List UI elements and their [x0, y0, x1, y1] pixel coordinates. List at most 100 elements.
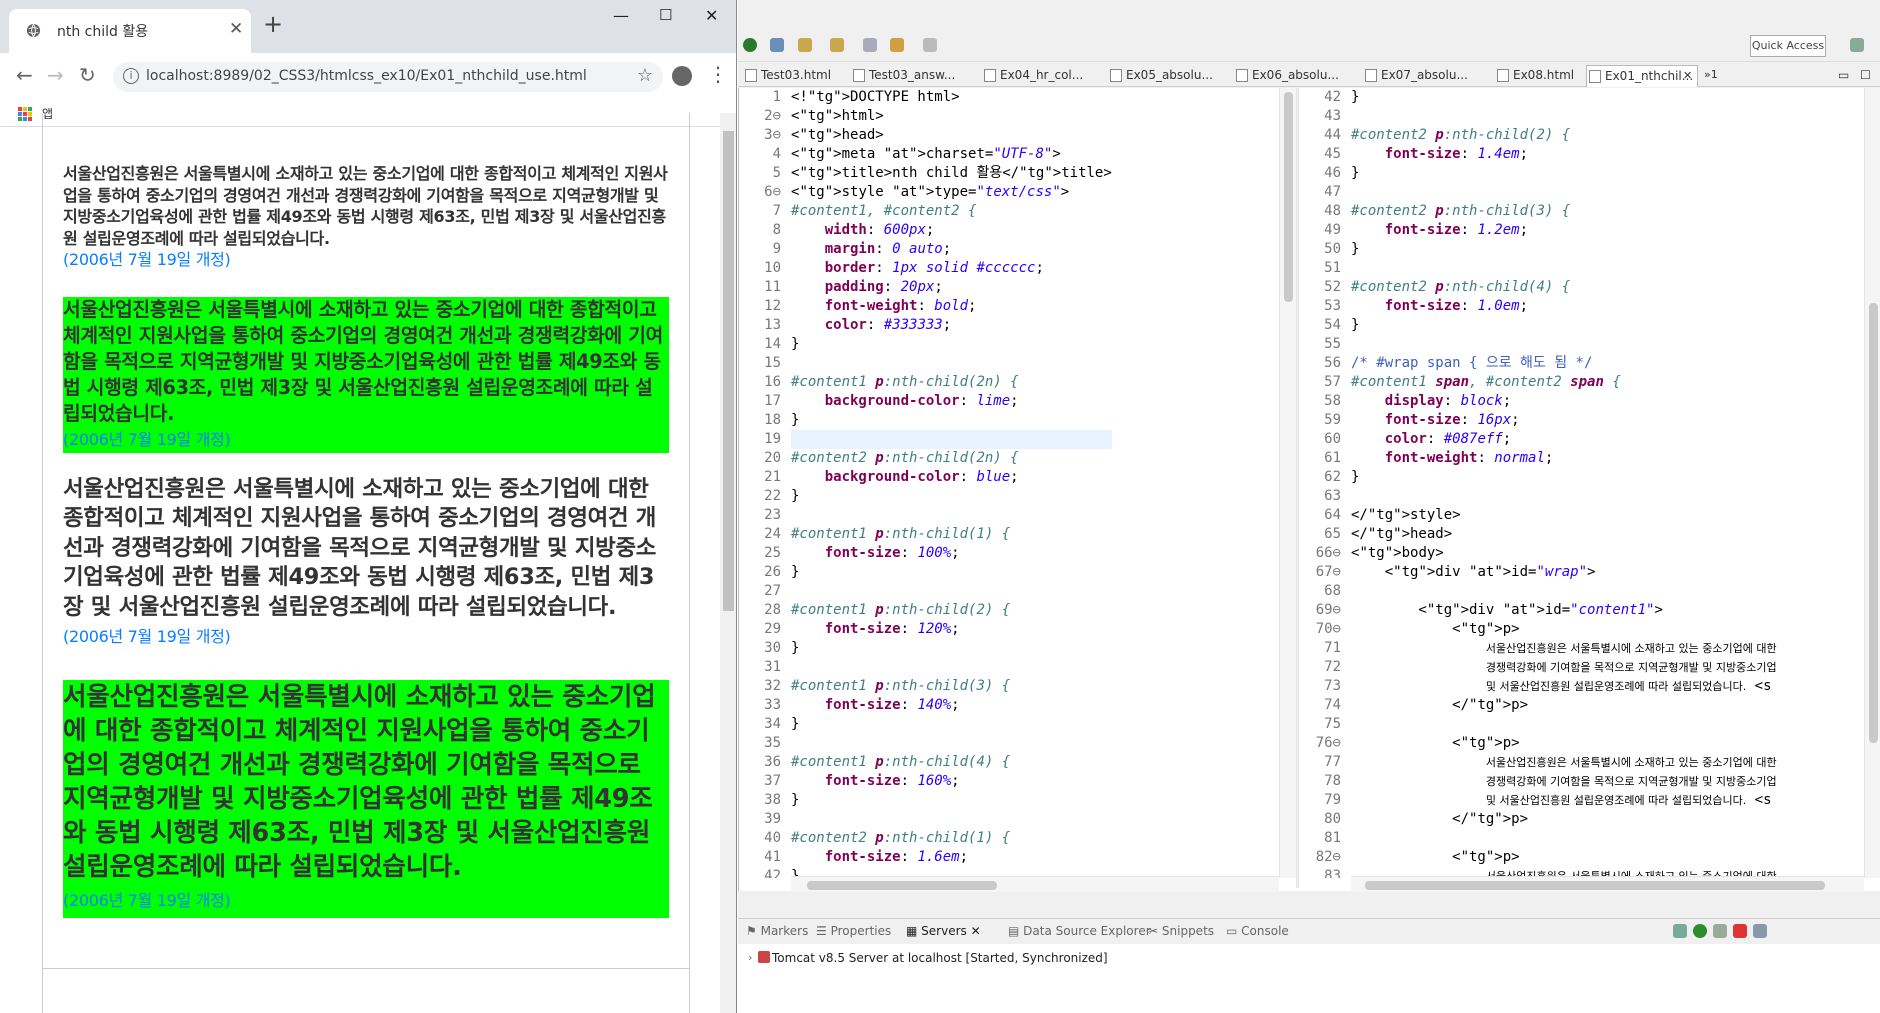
code-line[interactable]: }: [791, 335, 1112, 354]
code-line[interactable]: <"tg">title>nth child 활용</"tg">title>: [791, 164, 1112, 183]
perspective-icon[interactable]: [1850, 38, 1864, 52]
code-line[interactable]: }: [1351, 468, 1777, 487]
code-line[interactable]: <!"tg">DOCTYPE html>: [791, 88, 1112, 107]
code-line[interactable]: }: [1351, 164, 1777, 183]
source-code[interactable]: <!"tg">DOCTYPE html> <"tg">html> <"tg">hea…: [791, 88, 1112, 878]
code-line[interactable]: 경쟁력강화에 기여함을 목적으로 지역균형개발 및 지방중소기업: [1351, 772, 1777, 791]
address-bar[interactable]: i localhost:8989/02_CSS3/htmlcss_ex10/Ex…: [113, 62, 663, 92]
debug-icon[interactable]: [770, 38, 784, 52]
start-server-icon[interactable]: [1693, 924, 1707, 938]
code-line[interactable]: [1351, 582, 1777, 601]
code-line[interactable]: [791, 430, 1112, 449]
code-line[interactable]: [791, 810, 1112, 829]
code-line[interactable]: <"tg">p>: [1351, 734, 1777, 753]
editor-pane-right[interactable]: 42 43 44 45 46 47 48 49 50 51 52 53 54 55 56 57 58 59 60 61…: [1299, 88, 1864, 878]
maximize-icon[interactable]: ☐: [1860, 65, 1871, 87]
page-scrollbar[interactable]: [720, 113, 736, 1013]
code-line[interactable]: [1351, 829, 1777, 848]
info-icon[interactable]: i: [123, 68, 139, 84]
code-line[interactable]: }: [1351, 88, 1777, 107]
browser-tab[interactable]: nth child 활용 ✕: [9, 9, 251, 53]
expand-chevron-icon[interactable]: ›: [748, 951, 752, 964]
code-line[interactable]: #content2 p:nth-child(2n) {: [791, 449, 1112, 468]
code-line[interactable]: [791, 354, 1112, 373]
close-tab-icon[interactable]: ✕: [1683, 66, 1692, 86]
code-line[interactable]: 및 서울산업진흥원 설립운영조례에 따라 설립되었습니다. <s: [1351, 677, 1777, 696]
code-line[interactable]: /* #wrap span { 으로 해도 됨 */: [1351, 354, 1777, 373]
editor-left-hscrollbar[interactable]: [791, 876, 1279, 892]
account-icon[interactable]: [672, 66, 692, 86]
code-line[interactable]: #content1 p:nth-child(4) {: [791, 753, 1112, 772]
code-line[interactable]: }: [1351, 240, 1777, 259]
scrollbar-thumb[interactable]: [807, 881, 997, 890]
code-line[interactable]: font-size: 1.4em;: [1351, 145, 1777, 164]
code-line[interactable]: <"tg">head>: [791, 126, 1112, 145]
tab-console[interactable]: ▭ Console: [1226, 924, 1289, 938]
minimize-icon[interactable]: —: [613, 6, 629, 25]
code-line[interactable]: color: #087eff;: [1351, 430, 1777, 449]
close-icon[interactable]: ✕: [971, 924, 981, 938]
code-line[interactable]: 서울산업진흥원은 서울특별시에 소재하고 있는 중소기업에 대한: [1351, 639, 1777, 658]
editor-right-vscrollbar[interactable]: [1864, 88, 1880, 878]
last-edit-icon[interactable]: [863, 38, 877, 52]
code-line[interactable]: #content2 p:nth-child(1) {: [791, 829, 1112, 848]
scrollbar-thumb[interactable]: [1284, 92, 1293, 302]
code-line[interactable]: [1351, 487, 1777, 506]
scrollbar-thumb[interactable]: [1365, 881, 1825, 890]
code-line[interactable]: <"tg">style "at">type="text/css">: [791, 183, 1112, 202]
code-line[interactable]: margin: 0 auto;: [791, 240, 1112, 259]
new-tab-icon[interactable]: +: [263, 12, 283, 36]
forward-icon[interactable]: →: [47, 63, 64, 87]
scrollbar-thumb[interactable]: [723, 131, 734, 611]
minimize-icon[interactable]: ▭: [1838, 65, 1849, 87]
reload-icon[interactable]: ↻: [79, 63, 96, 87]
code-line[interactable]: [1351, 107, 1777, 126]
code-line[interactable]: <"tg">body>: [1351, 544, 1777, 563]
code-line[interactable]: display: block;: [1351, 392, 1777, 411]
code-line[interactable]: <"tg">div "at">id="wrap">: [1351, 563, 1777, 582]
code-line[interactable]: color: #333333;: [791, 316, 1112, 335]
close-window-icon[interactable]: ✕: [705, 6, 718, 25]
editor-tab[interactable]: Test03.html: [743, 65, 831, 87]
editor-tab-active[interactable]: Ex01_nthchil... ✕: [1586, 65, 1698, 87]
code-line[interactable]: }: [791, 791, 1112, 810]
code-line[interactable]: 경쟁력강화에 기여함을 목적으로 지역균형개발 및 지방중소기업: [1351, 658, 1777, 677]
code-line[interactable]: }: [791, 715, 1112, 734]
code-line[interactable]: #content1 p:nth-child(2n) {: [791, 373, 1112, 392]
code-line[interactable]: [791, 658, 1112, 677]
code-line[interactable]: }: [791, 487, 1112, 506]
quick-access-field[interactable]: Quick Access: [1750, 35, 1826, 57]
code-line[interactable]: #content1 p:nth-child(3) {: [791, 677, 1112, 696]
editor-tab[interactable]: Ex07_absolu...: [1363, 65, 1468, 87]
code-line[interactable]: <"tg">p>: [1351, 620, 1777, 639]
maximize-icon[interactable]: ☐: [659, 6, 672, 24]
code-line[interactable]: </"tg">p>: [1351, 810, 1777, 829]
code-line[interactable]: <"tg">meta "at">charset="UTF-8">: [791, 145, 1112, 164]
code-line[interactable]: #content1, #content2 {: [791, 202, 1112, 221]
code-line[interactable]: #content1 span, #content2 span {: [1351, 373, 1777, 392]
code-line[interactable]: #content1 p:nth-child(1) {: [791, 525, 1112, 544]
code-line[interactable]: <"tg">html>: [791, 107, 1112, 126]
code-line[interactable]: font-size: 16px;: [1351, 411, 1777, 430]
bookmark-star-icon[interactable]: ☆: [637, 65, 653, 86]
back-nav-icon[interactable]: [890, 38, 904, 52]
debug-server-icon[interactable]: [1673, 924, 1687, 938]
code-line[interactable]: font-size: 1.2em;: [1351, 221, 1777, 240]
code-line[interactable]: #content2 p:nth-child(3) {: [1351, 202, 1777, 221]
code-line[interactable]: }: [791, 563, 1112, 582]
code-line[interactable]: [791, 582, 1112, 601]
code-line[interactable]: #content2 p:nth-child(2) {: [1351, 126, 1777, 145]
editor-left-vscrollbar[interactable]: [1279, 88, 1296, 878]
code-line[interactable]: }: [791, 639, 1112, 658]
tab-data-source-explorer[interactable]: ▤ Data Source Explorer: [1008, 924, 1151, 938]
code-line[interactable]: font-weight: normal;: [1351, 449, 1777, 468]
editor-tab[interactable]: Ex04_hr_col...: [982, 65, 1083, 87]
code-line[interactable]: font-size: 100%;: [791, 544, 1112, 563]
source-code[interactable]: } #content2 p:nth-child(2) { font-size: …: [1351, 88, 1777, 878]
code-line[interactable]: font-size: 1.0em;: [1351, 297, 1777, 316]
code-line[interactable]: font-size: 160%;: [791, 772, 1112, 791]
stop-server-icon[interactable]: [1733, 924, 1747, 938]
code-line[interactable]: [1351, 259, 1777, 278]
previous-annotation-icon[interactable]: [830, 38, 844, 52]
tab-snippets[interactable]: ✂ Snippets: [1148, 924, 1214, 938]
